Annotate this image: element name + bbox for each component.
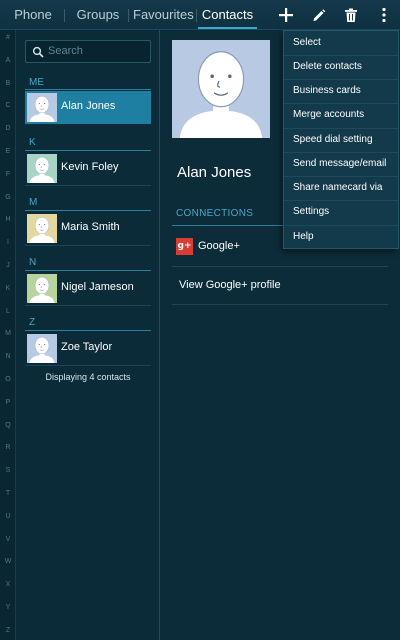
index-letter[interactable]: O xyxy=(0,376,16,383)
index-letter[interactable]: N xyxy=(0,353,16,360)
menu-item-help[interactable]: Help xyxy=(284,225,398,249)
google-plus-icon: g+ xyxy=(176,238,193,255)
menu-item-business-cards[interactable]: Business cards xyxy=(284,79,398,103)
contact-name: Nigel Jameson xyxy=(61,281,134,293)
avatar xyxy=(27,274,57,303)
contact-item-kevin-foley[interactable]: Kevin Foley xyxy=(25,152,151,185)
add-icon[interactable] xyxy=(274,3,298,27)
index-letter[interactable]: W xyxy=(0,558,16,565)
index-letter[interactable]: J xyxy=(0,262,16,269)
menu-item-delete-contacts[interactable]: Delete contacts xyxy=(284,55,398,79)
avatar xyxy=(27,154,57,183)
section-header-m: M xyxy=(29,197,38,208)
menu-item-select[interactable]: Select xyxy=(284,31,398,55)
tab-favourites[interactable]: Favourites xyxy=(133,0,194,30)
index-letter[interactable]: L xyxy=(0,308,16,315)
section-header-k: K xyxy=(29,137,36,148)
avatar xyxy=(27,93,57,122)
overflow-menu: Select Delete contacts Business cards Me… xyxy=(283,30,399,249)
index-letter[interactable]: X xyxy=(0,581,16,588)
tab-contacts[interactable]: Contacts xyxy=(198,0,257,30)
contact-name: Alan Jones xyxy=(61,100,116,112)
tab-separator xyxy=(64,9,65,22)
index-letter[interactable]: H xyxy=(0,216,16,223)
alphabet-index[interactable]: # A B C D E F G H I J K L M N O P Q R S T U V W X Y Z xyxy=(0,30,16,640)
index-letter[interactable]: I xyxy=(0,239,16,246)
search-input[interactable]: Search xyxy=(25,40,151,63)
index-letter[interactable]: B xyxy=(0,80,16,87)
avatar xyxy=(27,334,57,363)
menu-item-merge-accounts[interactable]: Merge accounts xyxy=(284,103,398,127)
index-letter[interactable]: V xyxy=(0,536,16,543)
index-letter[interactable]: C xyxy=(0,102,16,109)
row-divider xyxy=(25,245,151,246)
overflow-menu-icon[interactable] xyxy=(372,3,396,27)
search-placeholder: Search xyxy=(48,45,83,57)
tab-groups[interactable]: Groups xyxy=(72,0,124,30)
avatar xyxy=(27,214,57,243)
menu-item-send-message-email[interactable]: Send message/email xyxy=(284,152,398,176)
section-header-z: Z xyxy=(29,317,36,328)
index-letter[interactable]: R xyxy=(0,444,16,451)
row-divider xyxy=(25,365,151,366)
contact-detail-name: Alan Jones xyxy=(177,164,252,181)
tab-separator xyxy=(128,9,129,22)
section-header-n: N xyxy=(29,257,37,268)
contact-name: Zoe Taylor xyxy=(61,341,113,353)
trash-icon[interactable] xyxy=(339,3,363,27)
google-plus-label: Google+ xyxy=(198,240,240,252)
index-letter[interactable]: E xyxy=(0,148,16,155)
section-divider xyxy=(25,270,151,271)
index-letter[interactable]: K xyxy=(0,285,16,292)
contact-item-maria-smith[interactable]: Maria Smith xyxy=(25,212,151,245)
contact-photo[interactable] xyxy=(172,40,270,138)
index-letter[interactable]: S xyxy=(0,467,16,474)
index-letter[interactable]: Q xyxy=(0,422,16,429)
view-google-plus-profile-label: View Google+ profile xyxy=(179,279,281,291)
section-header-me: ME xyxy=(29,77,44,88)
index-letter[interactable]: # xyxy=(0,34,16,41)
edit-pencil-icon[interactable] xyxy=(307,3,331,27)
section-divider xyxy=(25,210,151,211)
index-letter[interactable]: A xyxy=(0,57,16,64)
index-letter[interactable]: U xyxy=(0,513,16,520)
index-letter[interactable]: Z xyxy=(0,627,16,634)
index-letter[interactable]: D xyxy=(0,125,16,132)
menu-item-share-namecard[interactable]: Share namecard via xyxy=(284,176,398,200)
menu-item-speed-dial-setting[interactable]: Speed dial setting xyxy=(284,128,398,152)
index-letter[interactable]: Y xyxy=(0,604,16,611)
index-letter[interactable]: P xyxy=(0,399,16,406)
row-divider xyxy=(25,185,151,186)
contact-name: Kevin Foley xyxy=(61,161,119,173)
section-divider xyxy=(25,150,151,151)
tab-separator xyxy=(196,9,197,22)
tab-phone[interactable]: Phone xyxy=(10,0,56,30)
contact-count-label: Displaying 4 contacts xyxy=(45,372,131,382)
contact-list-pane: Search ME Alan Jones K Kevin Foley M Mar… xyxy=(17,30,159,640)
row-divider xyxy=(172,266,388,267)
menu-item-settings[interactable]: Settings xyxy=(284,200,398,224)
section-divider xyxy=(25,89,151,90)
connections-header: CONNECTIONS xyxy=(176,208,254,219)
index-letter[interactable]: F xyxy=(0,171,16,178)
contact-item-alan-jones[interactable]: Alan Jones xyxy=(25,91,151,124)
index-letter[interactable]: M xyxy=(0,330,16,337)
contact-item-zoe-taylor[interactable]: Zoe Taylor xyxy=(25,332,151,365)
top-tab-bar: Phone Groups Favourites Contacts xyxy=(0,0,400,30)
contact-name: Maria Smith xyxy=(61,221,120,233)
contact-item-nigel-jameson[interactable]: Nigel Jameson xyxy=(25,272,151,305)
search-icon xyxy=(32,45,46,59)
index-letter[interactable]: T xyxy=(0,490,16,497)
section-divider xyxy=(25,330,151,331)
index-letter[interactable]: G xyxy=(0,194,16,201)
row-divider xyxy=(172,304,388,305)
view-google-plus-profile-button[interactable]: View Google+ profile xyxy=(172,273,388,301)
row-divider xyxy=(25,305,151,306)
